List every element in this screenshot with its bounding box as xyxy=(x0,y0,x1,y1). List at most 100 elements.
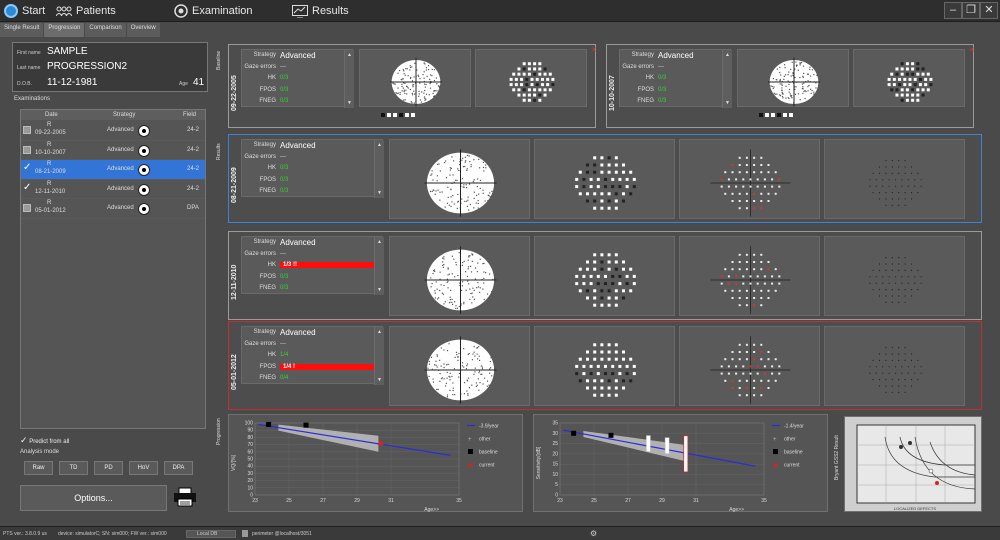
baseline-card[interactable]: 10-10-2007 Strategy Advanced Gaze errors ---… xyxy=(606,44,975,128)
first-name-value: SAMPLE xyxy=(47,46,88,57)
pattern-deviation-plot-svg xyxy=(710,246,791,314)
remove-card-icon[interactable]: ✕ xyxy=(591,46,597,54)
scroll-down-icon: ▼ xyxy=(347,100,352,106)
nav-patients[interactable]: Patients xyxy=(56,0,116,22)
mode-dpa-button[interactable]: DPA xyxy=(164,461,193,475)
card-date: 09-22-2005 xyxy=(231,75,238,111)
exam-row[interactable]: R 09-22-2005 Advanced 24-2 xyxy=(21,121,205,141)
exam-info-panel: Strategy Advanced Gaze errors --- HK 0/3 FPOS 0… xyxy=(241,139,384,198)
exam-strategy: Advanced xyxy=(107,127,134,133)
info-label-strategy: Strategy xyxy=(253,142,276,148)
info-label-strategy: Strategy xyxy=(631,52,654,58)
info-value-strategy: Advanced xyxy=(280,328,316,337)
info-value-strategy: Advanced xyxy=(280,51,316,60)
nav-start[interactable]: Start xyxy=(4,0,45,22)
exam-row[interactable]: ✓ R 12-11-2010 Advanced 24-2 xyxy=(21,180,205,199)
info-value-fneg: 0/4 xyxy=(280,375,289,381)
info-label-strategy: Strategy xyxy=(253,329,276,335)
scroll-down-icon: ▼ xyxy=(377,190,382,196)
info-value-fpos: 0/3 xyxy=(280,176,289,183)
nav-examination[interactable]: Examination xyxy=(174,0,253,22)
mode-hov-button[interactable]: HoV xyxy=(129,461,158,475)
result-card[interactable]: 12-11-2010 Strategy Advanced Gaze errors ---… xyxy=(228,231,982,320)
scroll-up-icon: ▲ xyxy=(377,239,382,245)
info-label-strategy: Strategy xyxy=(253,52,276,58)
grayscale-plot xyxy=(737,49,849,107)
eye-icon xyxy=(138,164,150,176)
exam-row[interactable]: ✓ R 08-21-2009 Advanced 24-2 xyxy=(21,160,205,180)
info-label-fpos: FPOS xyxy=(259,363,276,370)
bryant-gss2-chart: LOCALIZED DEFECTS xyxy=(844,416,982,512)
info-label-gaze: Gaze errors xyxy=(244,250,276,257)
sensitivity-trend-chart: 35 30 25 20 15 10 5 0 23 25 27 29 31 35 Sensitivity/[d… xyxy=(533,414,828,513)
result-card[interactable]: 08-21-2009 Strategy Advanced Gaze errors ---… xyxy=(228,134,982,223)
restore-icon[interactable]: ❐ xyxy=(962,2,980,19)
minimize-icon[interactable]: – xyxy=(944,2,962,19)
close-icon[interactable]: ✕ xyxy=(980,2,998,19)
info-value-gaze: --- xyxy=(658,63,664,70)
scroll-up-icon: ▲ xyxy=(725,52,730,58)
mode-pd-button[interactable]: PD xyxy=(94,461,123,475)
y-axis-label: Sensitivity/[dB] xyxy=(536,446,542,479)
y-tick-label: 5 xyxy=(555,482,558,488)
info-scrollbar[interactable]: ▲ ▼ xyxy=(344,50,354,108)
exam-row[interactable]: R 05-01-2012 Advanced DPA xyxy=(21,199,205,219)
remove-card-icon[interactable]: ✕ xyxy=(969,46,975,54)
baseline-card[interactable]: 09-22-2005 Strategy Advanced Gaze errors ---… xyxy=(228,44,597,128)
nav-results[interactable]: Results xyxy=(292,0,349,22)
pattern-deviation-plot-svg xyxy=(710,149,791,217)
y-tick-label: 20 xyxy=(552,451,558,457)
info-label-fneg: FNEG xyxy=(259,188,276,194)
info-value-fneg: 0/3 xyxy=(280,98,289,104)
exam-info-panel: Strategy Advanced Gaze errors --- HK 1/3 !! FP… xyxy=(241,236,384,295)
settings-gear-icon[interactable]: ⚙ xyxy=(590,529,597,538)
info-value-gaze: --- xyxy=(280,340,286,347)
eye-icon xyxy=(138,183,150,196)
grayscale-plot xyxy=(389,139,530,219)
symbol-icon xyxy=(777,113,781,117)
card-date: 05-01-2012 xyxy=(231,354,238,390)
age-value: 41 xyxy=(193,77,205,88)
progression-plot xyxy=(824,139,965,219)
y-tick-label: 10 xyxy=(247,485,253,491)
info-scrollbar[interactable]: ▲ ▼ xyxy=(374,327,384,385)
row-check-icon: ✓ xyxy=(23,181,32,193)
symbol-icon xyxy=(765,113,769,117)
mode-raw-button[interactable]: Raw xyxy=(24,461,53,475)
data-point-other xyxy=(646,435,651,452)
symbol-icon xyxy=(789,113,793,117)
exam-eye-label: R xyxy=(47,141,52,148)
tab-comparison[interactable]: Comparison xyxy=(85,23,126,37)
tab-single-result[interactable]: Single Result xyxy=(0,23,44,37)
plot-symbols xyxy=(759,113,799,119)
options-button[interactable]: Options... xyxy=(20,485,167,511)
exam-eye-label: R xyxy=(47,200,52,206)
pattern-deviation-plot xyxy=(679,326,820,406)
y-tick-label: 15 xyxy=(552,462,558,468)
predict-checkbox[interactable]: ✓ Predict from all xyxy=(20,435,69,446)
exam-field: 24-2 xyxy=(187,185,200,192)
result-card[interactable]: 05-01-2012 Strategy Advanced Gaze errors ---… xyxy=(228,321,982,410)
legend-symbol xyxy=(468,449,473,454)
total-deviation-plot xyxy=(534,326,675,406)
legend-symbol: + xyxy=(468,437,472,443)
info-scrollbar[interactable]: ▲ ▼ xyxy=(374,237,384,295)
info-scrollbar[interactable]: ▲ ▼ xyxy=(722,50,732,108)
exam-row[interactable]: R 10-10-2007 Advanced 24-2 xyxy=(21,141,205,160)
status-bar: PTS ver.: 3.8.0.9 us device: simulatorC;… xyxy=(0,526,1000,540)
x-tick-label: 23 xyxy=(557,498,563,504)
last-name-label: Last name xyxy=(17,65,41,71)
y-tick-label: 35 xyxy=(552,421,558,427)
printer-icon[interactable] xyxy=(173,487,197,507)
symbol-icon xyxy=(759,113,763,117)
x-tick-label: 27 xyxy=(320,498,326,504)
tab-progression[interactable]: Progression xyxy=(44,23,85,37)
exam-eye-label: R xyxy=(47,180,52,187)
x-tick-label: 35 xyxy=(761,498,767,504)
progression-plot-svg xyxy=(869,160,922,206)
mode-td-button[interactable]: TD xyxy=(59,461,88,475)
info-scrollbar[interactable]: ▲ ▼ xyxy=(374,140,384,198)
examinations-table: Date Strategy Field R 09-22-2005 Advanced 2… xyxy=(20,109,206,429)
tab-overview[interactable]: Overview xyxy=(126,23,160,37)
patients-icon xyxy=(56,6,72,16)
